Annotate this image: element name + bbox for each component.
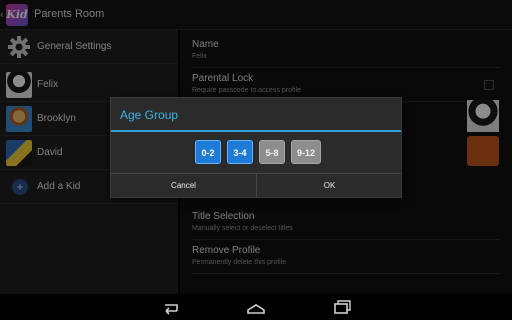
age-group-button-9-12[interactable]: 9-12 [291, 140, 321, 164]
dialog-actions: Cancel OK [111, 173, 401, 198]
back-icon[interactable] [160, 299, 180, 315]
ok-button[interactable]: OK [257, 174, 402, 198]
recents-icon[interactable] [332, 299, 352, 315]
age-group-button-3-4[interactable]: 3-4 [227, 140, 253, 164]
cancel-button[interactable]: Cancel [111, 174, 256, 198]
system-navigation-bar [0, 294, 512, 320]
home-icon[interactable] [246, 299, 266, 315]
age-group-dialog: Age Group 0-2 3-4 5-8 9-12 Cancel OK [110, 97, 402, 198]
dialog-title: Age Group [120, 108, 179, 122]
dialog-title-divider [111, 130, 401, 132]
age-group-button-0-2[interactable]: 0-2 [195, 140, 221, 164]
age-group-button-5-8[interactable]: 5-8 [259, 140, 285, 164]
